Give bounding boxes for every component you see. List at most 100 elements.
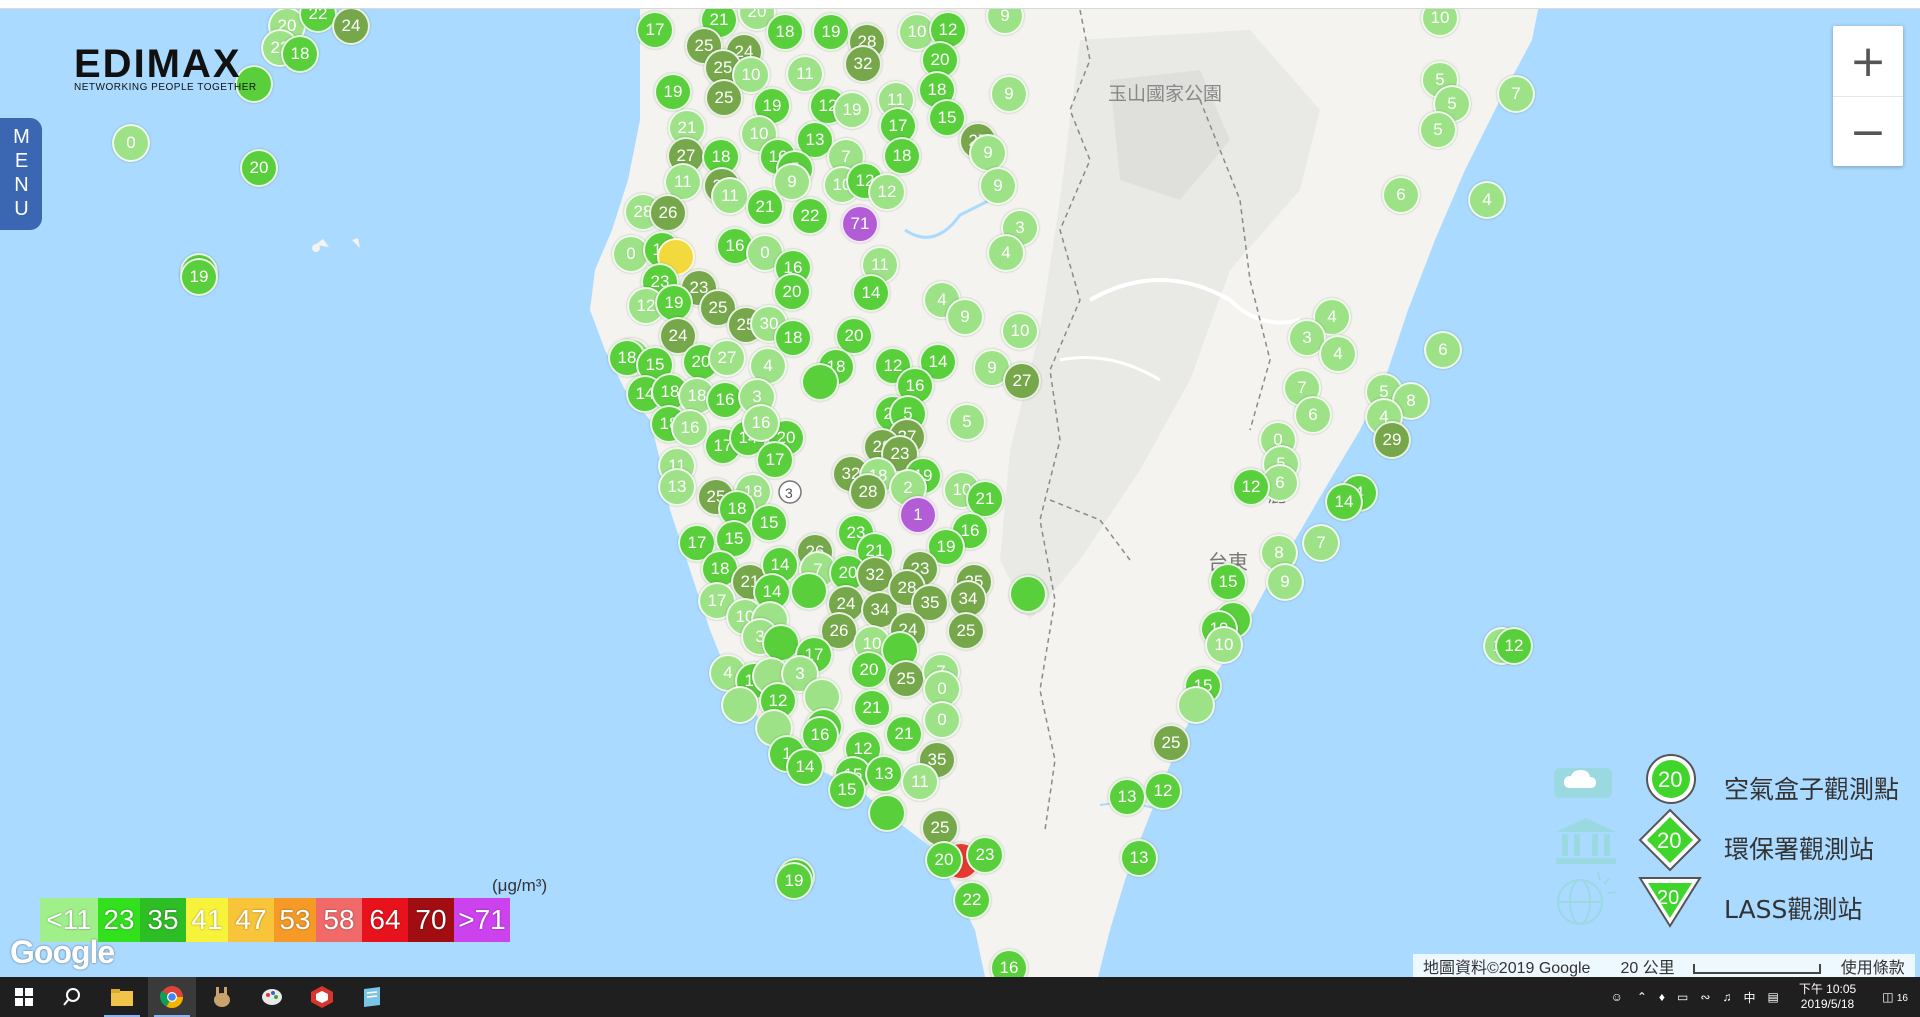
airbox-marker[interactable] (1177, 686, 1215, 724)
search-button[interactable] (48, 977, 96, 1017)
airbox-marker[interactable]: 15 (828, 771, 866, 809)
airbox-marker[interactable]: 71 (841, 205, 879, 243)
airbox-marker[interactable]: 9 (979, 167, 1017, 205)
airbox-marker[interactable] (790, 572, 828, 610)
airbox-marker[interactable]: 10 (1001, 312, 1039, 350)
zoom-in-button[interactable]: + (1833, 26, 1903, 96)
airbox-marker[interactable]: 20 (850, 651, 888, 689)
airbox-marker[interactable] (721, 686, 759, 724)
airbox-marker[interactable]: 11 (786, 55, 824, 93)
airbox-marker[interactable]: 18 (766, 13, 804, 51)
airbox-marker[interactable]: 12 (868, 173, 906, 211)
airbox-marker[interactable]: 20 (773, 273, 811, 311)
airbox-marker[interactable]: 32 (844, 45, 882, 83)
airbox-marker[interactable]: 25 (887, 660, 925, 698)
airbox-marker[interactable]: 19 (812, 13, 850, 51)
airbox-marker[interactable]: 19 (775, 862, 813, 900)
app-button-1[interactable] (198, 977, 246, 1017)
battery-icon[interactable]: ▭ (1671, 990, 1694, 1004)
airbox-marker[interactable]: 6 (1424, 331, 1462, 369)
airbox-marker[interactable]: 4 (987, 234, 1025, 272)
airbox-marker[interactable]: 14 (852, 274, 890, 312)
airbox-marker[interactable]: 21 (746, 188, 784, 226)
airbox-marker[interactable]: 1 (899, 496, 937, 534)
airbox-marker[interactable]: 18 (883, 137, 921, 175)
input-mode-icon[interactable]: ▤ (1761, 990, 1784, 1004)
airbox-marker[interactable]: 6 (1294, 396, 1332, 434)
scale-indicator[interactable]: 20 公里 (1600, 954, 1830, 978)
people-icon[interactable]: ☺ (1603, 990, 1631, 1004)
airbox-marker[interactable] (801, 363, 839, 401)
airbox-marker[interactable]: 29 (1373, 421, 1411, 459)
airbox-marker[interactable]: 9 (1266, 563, 1304, 601)
airbox-marker[interactable]: 6 (1382, 176, 1420, 214)
airbox-marker[interactable]: 16 (671, 409, 709, 447)
airbox-marker[interactable]: 4 (1319, 335, 1357, 373)
zoom-out-button[interactable]: − (1833, 96, 1903, 167)
airbox-marker[interactable]: 25 (705, 79, 743, 117)
airbox-marker[interactable]: 0 (923, 701, 961, 739)
clock[interactable]: 下午 10:05 2019/5/18 (1785, 982, 1870, 1012)
airbox-marker[interactable]: 7 (1497, 75, 1535, 113)
airbox-marker[interactable] (1009, 575, 1047, 613)
airbox-marker[interactable]: 9 (946, 298, 984, 336)
airbox-marker[interactable]: 4 (1468, 181, 1506, 219)
airbox-marker[interactable]: 20 (240, 149, 278, 187)
menu-tab[interactable]: MENU (0, 118, 42, 230)
airbox-marker[interactable]: 21 (885, 715, 923, 753)
airbox-marker[interactable]: 13 (658, 468, 696, 506)
airbox-marker[interactable]: 10 (1205, 626, 1243, 664)
airbox-marker[interactable]: 11 (901, 763, 939, 801)
terms-link[interactable]: 使用條款 (1831, 954, 1915, 978)
airbox-marker[interactable]: 18 (281, 35, 319, 73)
airbox-marker[interactable]: 17 (756, 441, 794, 479)
airbox-marker[interactable]: 9 (990, 75, 1028, 113)
airbox-marker[interactable]: 19 (180, 258, 218, 296)
airbox-marker[interactable]: 7 (1302, 524, 1340, 562)
app-button-3[interactable] (298, 977, 346, 1017)
airbox-marker[interactable]: 12 (1144, 772, 1182, 810)
wifi-icon[interactable]: ∾ (1694, 990, 1716, 1004)
airbox-marker[interactable]: 5 (1419, 111, 1457, 149)
airbox-marker[interactable]: 13 (1120, 839, 1158, 877)
airbox-marker[interactable]: 0 (112, 124, 150, 162)
chrome-button[interactable] (148, 977, 196, 1017)
airbox-marker[interactable]: 22 (791, 197, 829, 235)
security-icon[interactable]: ♦ (1653, 990, 1671, 1004)
airbox-marker[interactable]: 14 (1325, 483, 1363, 521)
airbox-marker[interactable]: 5 (948, 403, 986, 441)
airbox-marker[interactable] (868, 794, 906, 832)
airbox-marker[interactable]: 20 (925, 841, 963, 879)
airbox-marker[interactable]: 25 (947, 612, 985, 650)
airbox-marker[interactable]: 24 (332, 7, 370, 45)
airbox-marker[interactable]: 26 (649, 194, 687, 232)
airbox-marker[interactable]: 13 (865, 755, 903, 793)
app-button-4[interactable] (348, 977, 396, 1017)
airbox-marker[interactable]: 15 (750, 504, 788, 542)
airbox-marker[interactable]: 14 (786, 748, 824, 786)
airbox-marker[interactable]: 11 (711, 177, 749, 215)
airbox-marker[interactable]: 23 (966, 836, 1004, 874)
start-button[interactable] (0, 977, 48, 1017)
airbox-marker[interactable]: 19 (654, 73, 692, 111)
notification-center-button[interactable]: ◫ 16 (1870, 990, 1920, 1004)
airbox-marker[interactable]: 13 (1108, 778, 1146, 816)
volume-icon[interactable]: ♫ (1716, 990, 1737, 1004)
airbox-marker[interactable]: 19 (833, 91, 871, 129)
ime-indicator[interactable]: 中 (1737, 989, 1761, 1006)
airbox-marker[interactable]: 21 (853, 689, 891, 727)
airbox-marker[interactable]: 25 (1152, 724, 1190, 762)
file-explorer-button[interactable] (98, 977, 146, 1017)
airbox-marker[interactable]: 27 (708, 339, 746, 377)
airbox-marker[interactable]: 15 (1209, 563, 1247, 601)
airbox-marker[interactable]: 17 (636, 11, 674, 49)
map-data-credit[interactable]: 地圖資料©2019 Google (1413, 954, 1600, 978)
airbox-marker[interactable]: 16 (742, 404, 780, 442)
app-button-2[interactable] (248, 977, 296, 1017)
airbox-marker[interactable]: 12 (1495, 627, 1533, 665)
airbox-marker[interactable]: 22 (953, 881, 991, 919)
airbox-marker[interactable]: 12 (1232, 468, 1270, 506)
chevron-up-icon[interactable]: ⌃ (1631, 990, 1653, 1004)
airbox-marker[interactable]: 28 (849, 473, 887, 511)
airbox-marker[interactable]: 27 (1003, 362, 1041, 400)
